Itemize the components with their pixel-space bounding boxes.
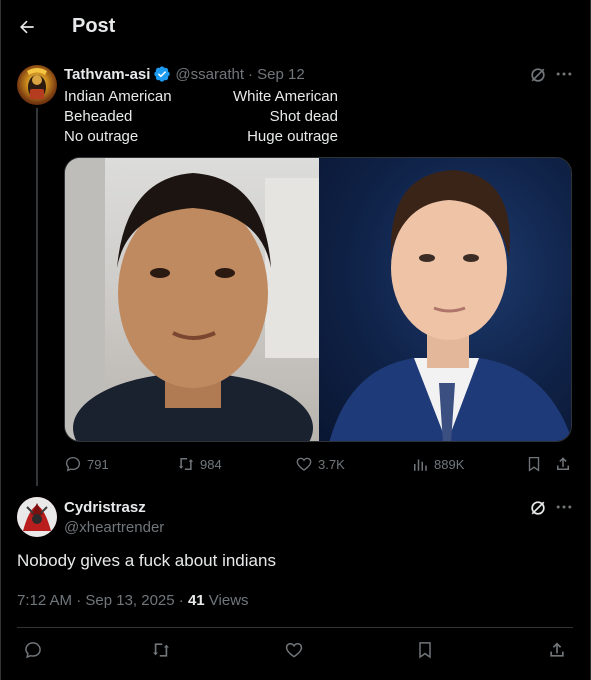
post-text: Indian American White American Beheaded … — [64, 87, 338, 147]
photo-right[interactable] — [319, 158, 571, 441]
bookmark-icon — [528, 456, 540, 472]
reply-text: Nobody gives a fuck about indians — [17, 551, 276, 570]
grok-icon[interactable] — [528, 498, 548, 518]
share-button[interactable] — [545, 638, 569, 662]
page-title: Post — [72, 15, 116, 37]
bookmark-button[interactable] — [413, 638, 437, 662]
repost-count: 984 — [200, 456, 222, 472]
text-right: Huge outrage — [247, 128, 338, 145]
repost-icon — [178, 458, 194, 470]
author-handle[interactable]: @ssaratht — [175, 66, 244, 83]
reply-icon — [25, 642, 41, 659]
share-icon — [550, 642, 564, 657]
quoted-post-header: Tathvam-asi @ssaratht · Sep 12 — [64, 65, 305, 83]
text-right: Shot dead — [269, 108, 338, 125]
photo-left[interactable] — [65, 158, 319, 441]
author-handle[interactable]: @xheartrender — [64, 518, 164, 538]
reply-actions — [17, 638, 573, 662]
anime-avatar-image — [17, 497, 57, 537]
verified-badge-icon — [153, 65, 171, 83]
bookmark-button[interactable] — [525, 452, 543, 476]
post-detail-view: Post Tathvam-asi @ssaratht · Sep 12 Indi… — [0, 0, 591, 680]
views-count: 889K — [434, 456, 465, 472]
media-grid[interactable] — [64, 157, 572, 442]
reply-button[interactable] — [21, 638, 45, 662]
thread-line — [36, 108, 38, 486]
text-left: No outrage — [64, 128, 139, 145]
repost-button[interactable]: 984 — [177, 452, 222, 476]
bookmark-icon — [419, 642, 431, 659]
text-row: Indian American White American — [64, 87, 338, 107]
analytics-icon — [414, 459, 427, 471]
like-count: 3.7K — [318, 456, 345, 472]
reply-count: 791 — [87, 456, 109, 472]
repost-button[interactable] — [149, 638, 173, 662]
share-icon — [557, 457, 569, 470]
portrait-man-left — [65, 158, 319, 441]
heart-icon — [285, 642, 303, 658]
page-header: Post — [1, 0, 591, 54]
views-button[interactable]: 889K — [411, 452, 464, 476]
deity-avatar-image — [27, 68, 47, 99]
like-button[interactable]: 3.7K — [295, 452, 345, 476]
post-metadata: 7:12 AM · Sep 13, 2025 · 41 Views — [17, 592, 249, 609]
grok-icon[interactable] — [528, 65, 548, 85]
avatar[interactable] — [17, 497, 57, 537]
author-name[interactable]: Cydristrasz — [64, 499, 146, 516]
reply-header: Cydristrasz @xheartrender — [64, 498, 164, 538]
text-right: White American — [232, 88, 338, 105]
views-count: 41 — [187, 592, 205, 609]
heart-icon — [296, 457, 312, 471]
views-label: Views — [204, 592, 249, 609]
back-button[interactable] — [15, 15, 39, 39]
author-name[interactable]: Tathvam-asi — [64, 66, 150, 83]
reply-button[interactable]: 791 — [64, 452, 109, 476]
repost-icon — [153, 643, 169, 657]
post-date[interactable]: · Sep 12 — [248, 66, 305, 83]
reply-icon — [65, 456, 81, 472]
more-options-icon[interactable] — [554, 64, 574, 84]
text-left: Beheaded — [64, 108, 133, 125]
share-button[interactable] — [554, 452, 572, 476]
portrait-man-right — [329, 170, 571, 441]
like-button[interactable] — [282, 638, 306, 662]
timestamp[interactable]: 7:12 AM · Sep 13, 2025 · — [17, 592, 188, 609]
divider — [17, 627, 573, 628]
text-row: Beheaded Shot dead — [64, 107, 338, 127]
post-actions: 791 984 3.7K 889K — [64, 452, 572, 476]
more-options-icon[interactable] — [554, 497, 574, 517]
text-left: Indian American — [64, 88, 172, 105]
avatar[interactable] — [17, 65, 57, 105]
text-row: No outrage Huge outrage — [64, 127, 338, 147]
arrow-left-icon — [20, 20, 34, 34]
